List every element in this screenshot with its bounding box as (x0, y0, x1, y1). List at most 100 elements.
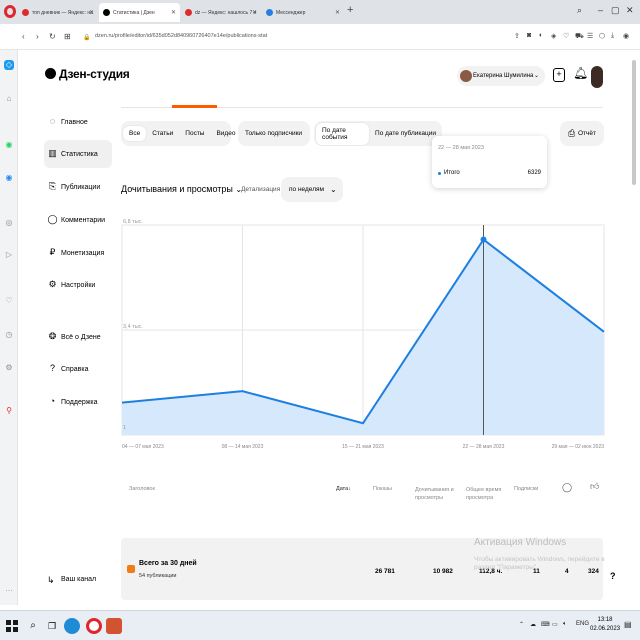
powerpoint-icon[interactable] (106, 618, 122, 634)
tooltip-value: 6329 (527, 170, 541, 176)
report-button[interactable]: ⎙ Отчёт (560, 121, 604, 146)
notifications-icon[interactable]: ▤ (624, 620, 632, 629)
profile-icon[interactable]: ◉ (623, 32, 629, 40)
tab-2[interactable]: Статистика | Дзен ✕ (99, 3, 180, 22)
create-button[interactable]: + (553, 68, 565, 82)
filter-by-publication-date[interactable]: По дате публикации (369, 126, 442, 141)
col-title-header[interactable]: Заголовок (129, 486, 155, 492)
sidebar-item-comments[interactable]: ◯ Комментарии (44, 206, 112, 234)
network-icon[interactable]: ▭ (552, 621, 558, 628)
close-tab-icon[interactable]: ✕ (335, 9, 340, 16)
opera-home-icon[interactable]: ◇ (4, 60, 14, 70)
sidebar-item-statistics[interactable]: ▥ Статистика (44, 140, 112, 168)
minimize-icon[interactable]: – (598, 5, 603, 15)
help-button[interactable]: ? (610, 571, 616, 581)
sidebar-item-monetization[interactable]: ₽ Монетизация (44, 239, 112, 267)
filter-all[interactable]: Все (123, 126, 147, 141)
cart-icon[interactable]: ⛟ (575, 32, 584, 41)
support-icon: ◔ (49, 396, 56, 406)
your-channel-link[interactable]: ↳ Ваш канал (44, 575, 97, 585)
url-field[interactable]: dzen.ru/profile/editor/id/635d052d840960… (95, 33, 267, 39)
opera-logo-icon[interactable] (4, 5, 16, 18)
col-views-header[interactable]: Показы (373, 486, 392, 492)
search-taskbar-icon[interactable]: ⌕ (25, 618, 41, 634)
tab-1[interactable]: топ дневник — Яндекс: на ✕ (18, 3, 98, 22)
language-indicator[interactable]: ENG (576, 621, 589, 627)
sidebar-item-publications[interactable]: ⎘ Публикации (44, 173, 112, 201)
tab-label: Мессенджер (276, 9, 306, 16)
sidebar-item-about[interactable]: ❂ Всё о Дзене (44, 323, 112, 351)
filter-by-event-date[interactable]: По дате события (316, 122, 370, 145)
col-date-header[interactable]: Дата↓ (336, 486, 351, 492)
vk-icon[interactable]: ◉ (4, 173, 14, 183)
player-icon[interactable]: ◎ (4, 218, 14, 228)
camera-icon[interactable]: ◙ (527, 32, 531, 39)
easy-setup-icon[interactable]: ☰ (587, 32, 593, 40)
bookmark-heart-icon[interactable]: ♡ (563, 32, 569, 40)
close-tab-icon[interactable]: ✕ (252, 9, 257, 16)
reload-icon[interactable]: ↻ (49, 32, 56, 41)
send-icon[interactable]: ▷ (4, 250, 14, 260)
checkbox-icon[interactable] (127, 565, 135, 573)
close-tab-icon[interactable]: ✕ (171, 9, 176, 16)
back-icon[interactable]: ‹ (22, 32, 25, 41)
period-select[interactable]: по неделям ⌄ (281, 177, 343, 202)
cloud-icon[interactable]: ☁ (530, 621, 536, 628)
windows-start-icon[interactable] (6, 620, 18, 632)
search-tabs-icon[interactable]: ⌕ (577, 5, 582, 16)
extensions-icon[interactable]: ⬡ (599, 32, 605, 40)
bell-icon[interactable]: 🔔︎ (573, 66, 588, 80)
sidebar-item-settings[interactable]: ⚙ Настройки (44, 271, 112, 299)
page-scrollbar[interactable] (632, 60, 636, 185)
col-time-header[interactable]: Общее время просмотра (466, 486, 504, 502)
vpn-icon[interactable]: ◈ (551, 32, 556, 40)
app-logo[interactable]: Дзен-студия (45, 67, 130, 81)
content-filter: Все Статьи Посты Видео (121, 121, 235, 146)
pin-icon[interactable]: ⚲ (4, 406, 14, 416)
tab-label: Статистика | Дзен (113, 9, 155, 16)
share-icon[interactable]: ⇪ (514, 32, 520, 40)
like-icon[interactable]: 👍︎ (590, 481, 599, 492)
translate-icon[interactable]: ◐ (539, 32, 543, 39)
volume-icon[interactable]: 🔈︎ (563, 621, 567, 628)
whatsapp-icon[interactable]: ◉ (4, 140, 14, 150)
tab-favicon-icon (103, 9, 110, 16)
more-icon[interactable]: … (4, 584, 14, 594)
new-tab-button[interactable]: + (347, 4, 353, 16)
views-chart[interactable]: 6,8 тыс. 3,4 тыс. 1 04 — 07 мая 2023 08 — 14… (118, 215, 608, 455)
tab-3[interactable]: dz — Яндекс: нашлось 7 н ✕ (181, 3, 261, 22)
your-channel-label: Ваш канал (61, 576, 97, 583)
edge-icon[interactable] (64, 618, 80, 634)
forward-icon[interactable]: › (36, 32, 39, 41)
chevron-down-icon: ⌄ (329, 185, 337, 194)
tab-label: dz — Яндекс: нашлось 7 н (195, 9, 257, 16)
col-subs-header[interactable]: Подписки (514, 486, 538, 492)
maximize-icon[interactable]: ▢ (611, 5, 620, 16)
home-icon[interactable]: ⌂ (4, 94, 14, 104)
sidebar-item-help[interactable]: ? Справка (44, 355, 112, 383)
clock[interactable]: 13:18 02.06.2023 (590, 616, 620, 634)
filter-articles[interactable]: Статьи (146, 126, 179, 141)
download-icon[interactable]: ⤓ (611, 32, 614, 40)
settings-icon[interactable]: ⚙ (4, 363, 14, 373)
tab-4[interactable]: Мессенджер ✕ (262, 3, 344, 22)
comment-icon[interactable]: ◯ (562, 482, 572, 493)
col-reads-header[interactable]: Дочитывания и просмотры (415, 486, 455, 502)
chart-metric-select[interactable]: Дочитывания и просмотры ⌄ (121, 184, 242, 194)
subscribers-only-toggle[interactable]: Только подписчики (238, 121, 310, 146)
user-menu[interactable]: Екатерина Шумилина ⌄ (457, 66, 545, 86)
close-tab-icon[interactable]: ✕ (89, 9, 94, 16)
sidebar-item-main[interactable]: ◌ Главное (44, 108, 112, 136)
sidebar-item-support[interactable]: ◔ Поддержка (44, 388, 112, 416)
profile-avatar[interactable] (591, 66, 603, 88)
opera-taskbar-icon[interactable] (86, 618, 102, 634)
history-icon[interactable]: ◷ (4, 330, 14, 340)
keyboard-icon[interactable]: ⌨ (541, 621, 550, 628)
close-window-icon[interactable]: ✕ (626, 5, 634, 16)
task-view-icon[interactable]: ❐ (44, 618, 60, 634)
tray-up-icon[interactable]: ⌃ (519, 621, 524, 628)
speed-dial-icon[interactable]: ⊞ (64, 32, 71, 41)
filter-video[interactable]: Видео (210, 126, 241, 141)
heart-icon[interactable]: ♡ (4, 296, 14, 306)
filter-posts[interactable]: Посты (179, 126, 210, 141)
